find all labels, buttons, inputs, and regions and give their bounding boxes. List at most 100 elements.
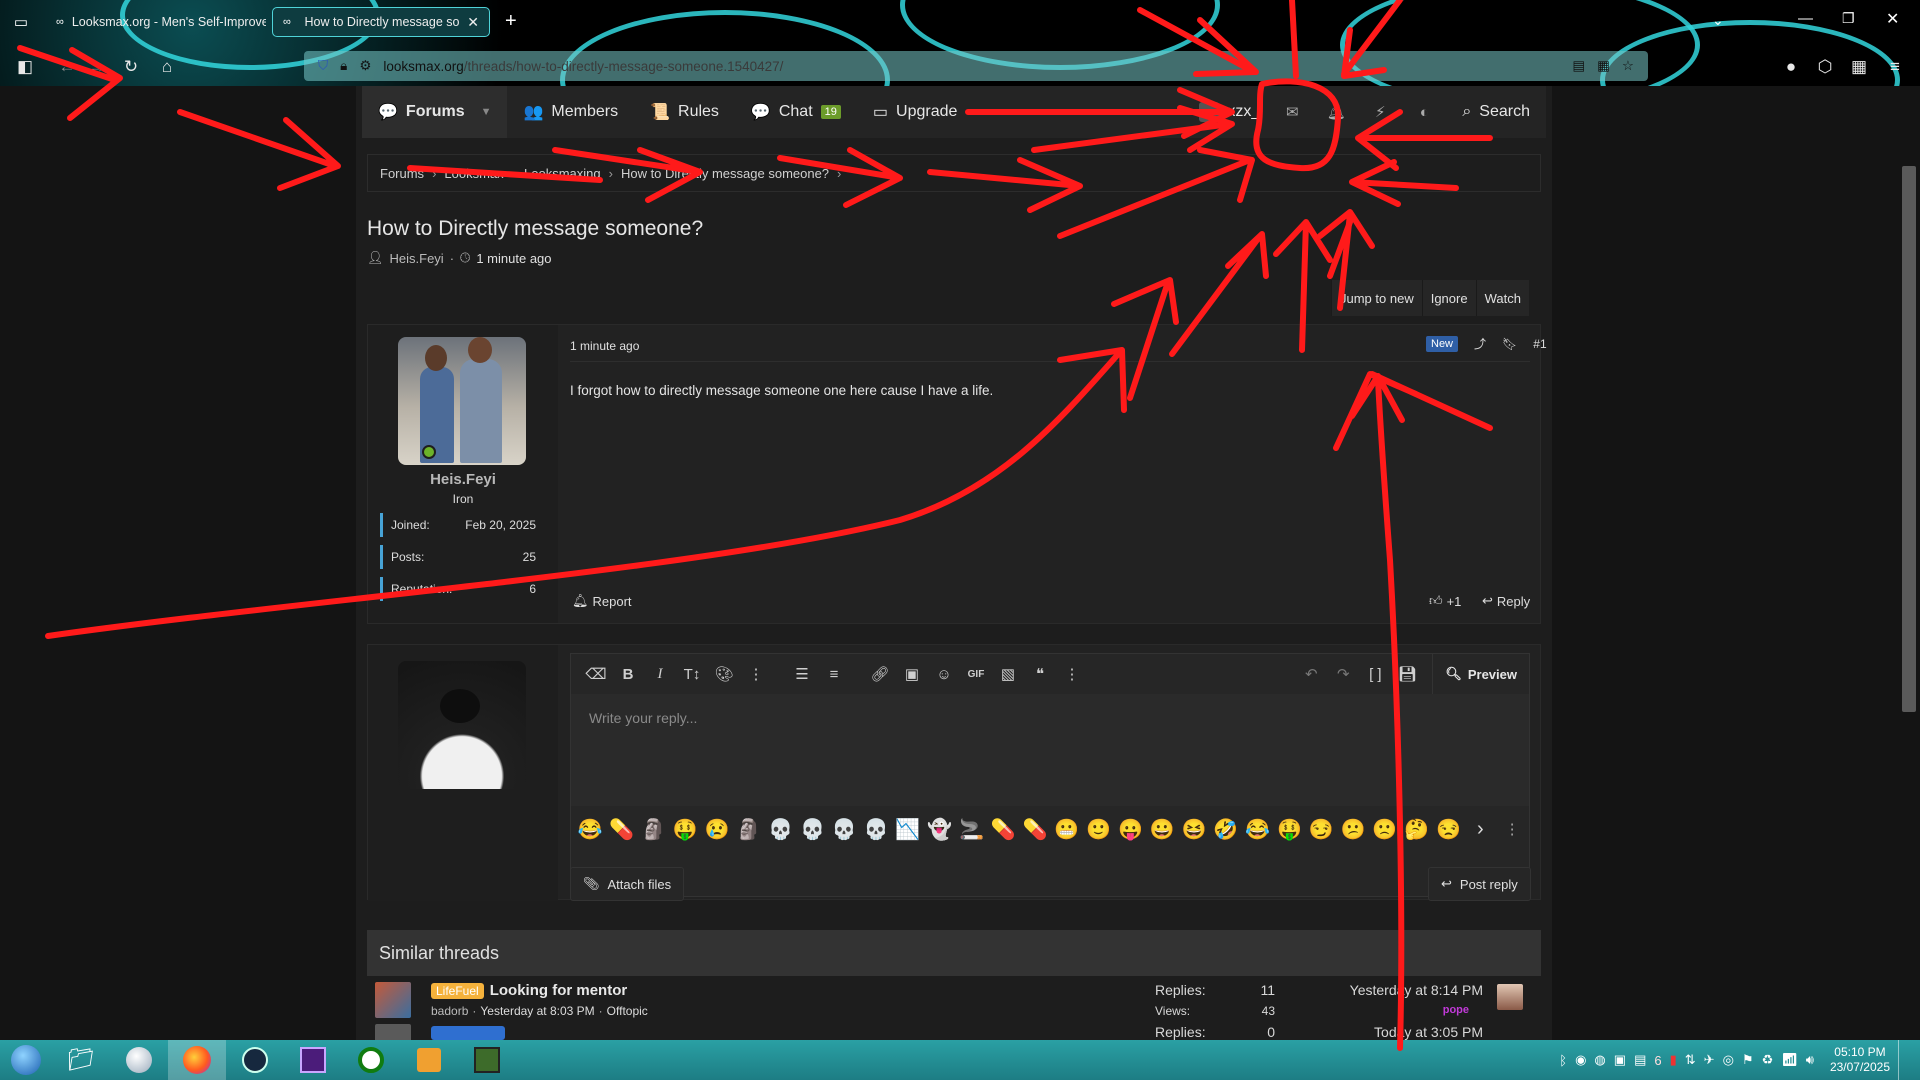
cpu-app-icon[interactable] — [284, 1040, 342, 1080]
qr-icon[interactable]: ▦ — [1597, 58, 1610, 74]
minecraft-icon[interactable] — [458, 1040, 516, 1080]
emoji-item[interactable]: 💀 — [831, 816, 857, 842]
theme-toggle-icon[interactable]: ◐ — [1402, 86, 1446, 138]
show-desktop-button[interactable] — [1898, 1040, 1904, 1080]
post-reply-button[interactable]: ↩ Post reply — [1428, 867, 1531, 901]
quote-icon[interactable]: ❝ — [1027, 665, 1053, 683]
nvidia-icon[interactable]: ▣ — [1614, 1052, 1626, 1068]
window-close-icon[interactable]: ✕ — [1886, 9, 1899, 29]
nav-chat[interactable]: 💬 Chat 19 — [735, 86, 857, 138]
bluetooth-icon[interactable]: ᛒ — [1559, 1053, 1567, 1068]
page-scrollbar[interactable] — [1902, 166, 1916, 712]
sidebar-icon[interactable]: ◧ — [14, 56, 36, 78]
emoji-item[interactable]: 💀 — [768, 816, 794, 842]
ignore-button[interactable]: Ignore — [1421, 280, 1476, 316]
last-post-user[interactable]: pope — [1335, 1004, 1469, 1016]
emoji-item[interactable]: 🤑 — [672, 816, 698, 842]
thread-prefix-badge[interactable] — [431, 1026, 505, 1040]
plane-icon[interactable]: ✈ — [1704, 1052, 1715, 1068]
emoji-item[interactable]: 🤣 — [1213, 816, 1239, 842]
profile-icon[interactable]: ● — [1780, 56, 1802, 78]
tab-overflow-chevron-icon[interactable]: ⌄ — [1712, 12, 1724, 29]
post-username[interactable]: Heis.Feyi — [368, 471, 558, 488]
emoji-item[interactable]: 💀 — [863, 816, 889, 842]
nav-members[interactable]: 👥 Members — [507, 86, 634, 138]
breadcrumb-item[interactable]: How to Directly message someone? — [621, 166, 829, 181]
emoji-item[interactable]: 🤑 — [1277, 816, 1303, 842]
avatar[interactable] — [375, 982, 411, 1018]
emoji-item[interactable]: 🗿 — [641, 816, 667, 842]
back-icon[interactable]: ← — [56, 56, 78, 78]
close-icon[interactable]: ✕ — [467, 14, 479, 31]
bookmark-star-icon[interactable]: ☆ — [1622, 58, 1634, 74]
chevron-right-icon[interactable]: › — [1467, 816, 1493, 842]
emoji-item[interactable]: 🚬 — [959, 816, 985, 842]
link-icon[interactable]: 🔗︎ — [867, 665, 893, 683]
maximize-icon[interactable]: ❐ — [1842, 10, 1855, 27]
last-post-time[interactable]: Yesterday at 8:14 PM — [1335, 982, 1483, 998]
like-button[interactable]: 👍︎ +1 — [1429, 593, 1461, 609]
whatsapp-icon[interactable]: ◍ — [1594, 1052, 1605, 1068]
tray-number[interactable]: 6 — [1654, 1053, 1661, 1068]
thread-forum[interactable]: Offtopic — [607, 1004, 648, 1018]
thread-author[interactable]: badorb — [431, 1004, 468, 1018]
emoji-item[interactable]: 😕 — [1340, 816, 1366, 842]
nav-forums[interactable]: 💬 Forums ▼ — [362, 86, 508, 138]
breadcrumb-item[interactable]: Looksmaxing — [524, 166, 601, 181]
permissions-icon[interactable]: ⚙ — [359, 58, 371, 74]
address-bar[interactable]: ⛉ 🔒︎ ⚙ looksmax.org/threads/how-to-direc… — [304, 51, 1648, 81]
undo-icon[interactable]: ↶ — [1298, 665, 1324, 683]
thread-prefix-badge[interactable]: LifeFuel — [431, 982, 484, 999]
nav-search[interactable]: ⌕ Search — [1446, 86, 1546, 138]
jump-to-new-button[interactable]: Jump to new — [1331, 280, 1422, 316]
discord-icon[interactable]: ◉ — [1575, 1052, 1586, 1068]
emoji-item[interactable]: 💊 — [1022, 816, 1048, 842]
share-icon[interactable]: ⤴ — [1474, 335, 1486, 352]
more-vertical-icon[interactable]: ⋮ — [1059, 665, 1085, 683]
list-item[interactable]: Replies: 0 Today at 3:05 PM — [367, 1020, 1541, 1040]
account-menu[interactable]: xzx_ — [1189, 86, 1270, 138]
bold-icon[interactable]: B — [615, 666, 641, 683]
align-icon[interactable]: ≡ — [821, 666, 847, 683]
extensions-icon[interactable]: ⬡ — [1814, 56, 1836, 78]
palette-icon[interactable]: 🎨︎ — [711, 665, 737, 683]
media-player-icon[interactable] — [400, 1040, 458, 1080]
avatar[interactable] — [398, 337, 526, 465]
text-size-icon[interactable]: T↕ — [679, 666, 705, 683]
tab-current-thread[interactable]: ∞ How to Directly message someone? ✕ — [272, 7, 490, 37]
italic-icon[interactable]: I — [647, 666, 673, 683]
last-post-time[interactable]: Today at 3:05 PM — [1335, 1024, 1483, 1040]
avatar[interactable] — [398, 661, 526, 789]
emoji-item[interactable]: 📉 — [895, 816, 921, 842]
emoji-item[interactable]: 🤔 — [1404, 816, 1430, 842]
clock[interactable]: 05:10 PM 23/07/2025 — [1830, 1045, 1890, 1075]
emoji-item[interactable]: 😒 — [1436, 816, 1462, 842]
network-icon[interactable]: ⇅ — [1685, 1052, 1696, 1068]
gif-icon[interactable]: GIF — [963, 669, 989, 680]
ball-app-icon[interactable] — [110, 1040, 168, 1080]
reply-button[interactable]: ↩ Reply — [1482, 593, 1530, 609]
file-explorer-icon[interactable]: 📁︎ — [52, 1040, 110, 1080]
nav-upgrade[interactable]: ▭ Upgrade — [857, 86, 974, 138]
list-item[interactable]: LifeFuel Looking for mentor badorb · Yest… — [367, 976, 1541, 1022]
lock-icon[interactable]: 🔒︎ — [340, 58, 347, 74]
firefox-icon[interactable] — [168, 1040, 226, 1080]
bell-icon[interactable]: 🔔︎ — [1314, 86, 1358, 138]
recycle-icon[interactable]: ♻ — [1762, 1052, 1774, 1068]
home-icon[interactable]: ⌂ — [156, 56, 178, 78]
thread-title-link[interactable]: Looking for mentor — [490, 982, 628, 999]
smiley-icon[interactable]: ☺ — [931, 666, 957, 683]
avatar[interactable] — [375, 1024, 411, 1040]
emoji-item[interactable]: 😏 — [1308, 816, 1334, 842]
save-draft-icon[interactable]: 💾︎ — [1394, 665, 1420, 683]
avatar[interactable] — [1497, 984, 1523, 1010]
emoji-item[interactable]: 🙁 — [1372, 816, 1398, 842]
attach-files-button[interactable]: 📎︎ Attach files — [570, 867, 685, 901]
emoji-item[interactable]: 😆 — [1181, 816, 1207, 842]
emoji-item[interactable]: 😛 — [1118, 816, 1144, 842]
chevron-down-icon[interactable]: ▼ — [481, 106, 492, 118]
start-button[interactable] — [0, 1040, 52, 1080]
envelope-icon[interactable]: ✉ — [1270, 86, 1314, 138]
reload-icon[interactable]: ↻ — [120, 56, 142, 78]
wifi-icon[interactable]: 📶︎ — [1781, 1052, 1798, 1068]
